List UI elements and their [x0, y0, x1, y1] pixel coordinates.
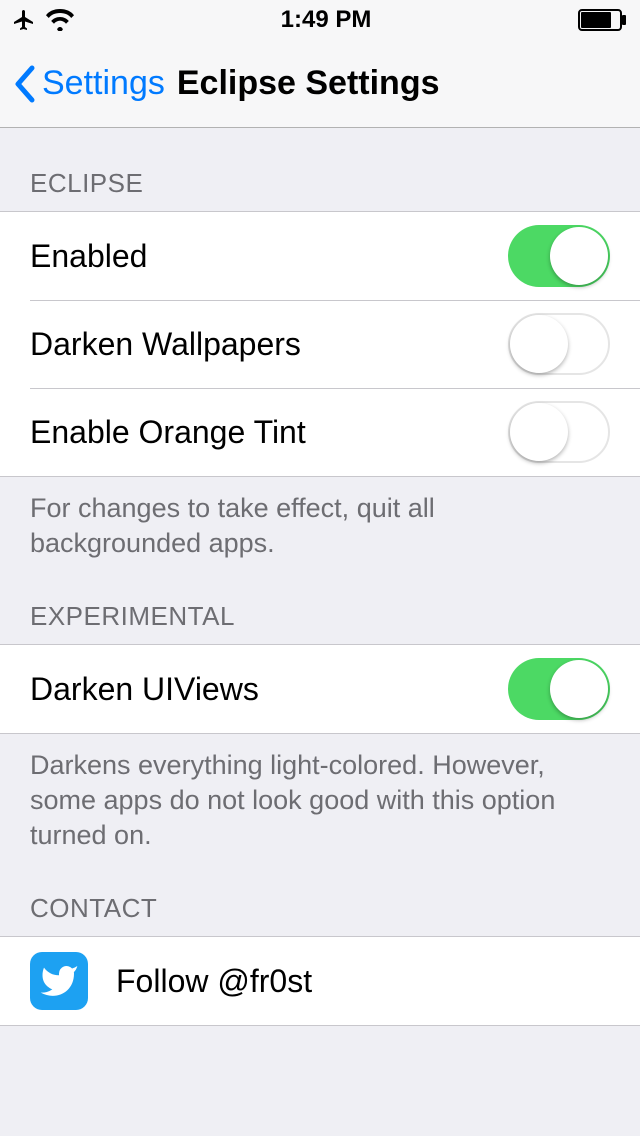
section-contact: Follow @fr0st	[0, 936, 640, 1026]
status-bar: 1:49 PM	[0, 0, 640, 40]
section-footer-experimental: Darkens everything light-colored. Howeve…	[0, 734, 640, 873]
row-label: Darken UIViews	[30, 671, 259, 708]
back-label: Settings	[42, 64, 165, 103]
row-label: Darken Wallpapers	[30, 326, 301, 363]
section-header-contact: CONTACT	[0, 873, 640, 936]
airplane-mode-icon	[12, 8, 36, 32]
toggle-enabled[interactable]	[508, 225, 610, 287]
toggle-orange-tint[interactable]	[508, 401, 610, 463]
row-orange-tint: Enable Orange Tint	[0, 388, 640, 476]
battery-icon	[578, 9, 628, 31]
row-enabled: Enabled	[0, 212, 640, 300]
row-label: Follow @fr0st	[116, 963, 312, 1000]
status-time: 1:49 PM	[281, 6, 372, 34]
section-header-experimental: EXPERIMENTAL	[0, 581, 640, 644]
row-label: Enabled	[30, 238, 147, 275]
row-darken-wallpapers: Darken Wallpapers	[0, 300, 640, 388]
toggle-knob	[550, 227, 608, 285]
back-button[interactable]: Settings	[12, 64, 165, 104]
chevron-left-icon	[12, 64, 36, 104]
toggle-darken-wallpapers[interactable]	[508, 313, 610, 375]
nav-bar: Settings Eclipse Settings	[0, 40, 640, 128]
section-header-eclipse: ECLIPSE	[0, 128, 640, 211]
toggle-knob	[510, 315, 568, 373]
twitter-icon	[30, 952, 88, 1010]
page-title: Eclipse Settings	[177, 64, 440, 103]
wifi-icon	[46, 9, 74, 31]
row-follow-twitter[interactable]: Follow @fr0st	[0, 937, 640, 1025]
toggle-darken-uiviews[interactable]	[508, 658, 610, 720]
section-eclipse: Enabled Darken Wallpapers Enable Orange …	[0, 211, 640, 477]
toggle-knob	[510, 403, 568, 461]
toggle-knob	[550, 660, 608, 718]
row-darken-uiviews: Darken UIViews	[0, 645, 640, 733]
section-footer-eclipse: For changes to take effect, quit all bac…	[0, 477, 640, 581]
section-experimental: Darken UIViews	[0, 644, 640, 734]
row-label: Enable Orange Tint	[30, 414, 306, 451]
